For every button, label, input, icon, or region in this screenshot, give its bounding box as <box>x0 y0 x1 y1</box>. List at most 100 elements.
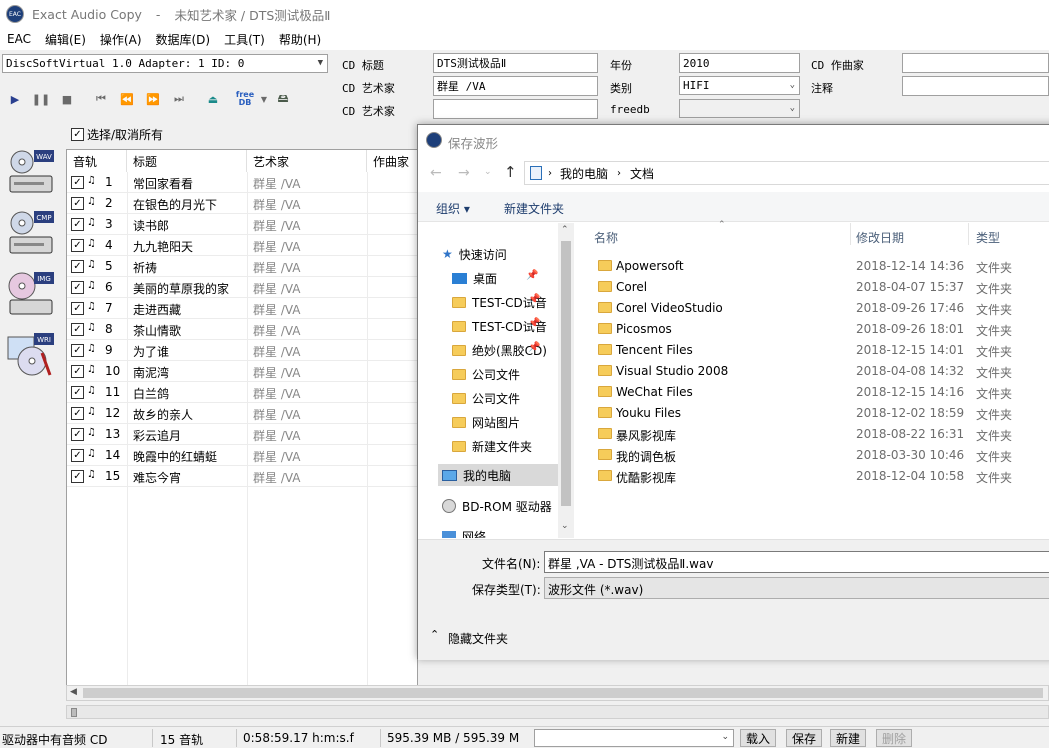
next-track-icon[interactable]: ⏭ <box>169 89 189 109</box>
checkbox[interactable]: ✓ <box>71 128 84 141</box>
column-header-composer[interactable]: 作曲家 <box>367 150 417 172</box>
cd-artist2-field[interactable] <box>433 99 598 119</box>
track-artist[interactable]: 群星 /VA <box>253 238 301 255</box>
table-row[interactable]: ✓ ♫ 7 走进西藏 群星 /VA <box>67 298 417 319</box>
chevron-up-icon[interactable]: ⌃ <box>430 628 439 641</box>
track-title[interactable]: 为了谁 <box>133 343 169 360</box>
genre-select[interactable]: HIFI ⌄ <box>679 76 800 95</box>
file-row[interactable]: Youku Files 2018-12-02 18:59 文件夹 <box>588 403 1049 424</box>
track-checkbox[interactable]: ✓ <box>71 344 84 357</box>
scroll-down-icon[interactable]: ⌄ <box>561 521 569 531</box>
nav-item[interactable]: 公司文件 <box>452 363 562 385</box>
load-button[interactable]: 载入 <box>740 729 776 747</box>
previous-track-icon[interactable]: ⏮ <box>91 89 111 109</box>
file-row[interactable]: Apowersoft 2018-12-14 14:36 文件夹 <box>588 256 1049 277</box>
track-artist[interactable]: 群星 /VA <box>253 280 301 297</box>
freedb-select[interactable]: ⌄ <box>679 99 800 118</box>
track-artist[interactable]: 群星 /VA <box>253 385 301 402</box>
table-row[interactable]: ✓ ♫ 9 为了谁 群星 /VA <box>67 340 417 361</box>
scroll-thumb[interactable] <box>561 241 571 506</box>
new-button[interactable]: 新建 <box>830 729 866 747</box>
table-row[interactable]: ✓ ♫ 6 美丽的草原我的家 群星 /VA <box>67 277 417 298</box>
table-row[interactable]: ✓ ♫ 5 祈祷 群星 /VA <box>67 256 417 277</box>
file-row[interactable]: 暴风影视库 2018-08-22 16:31 文件夹 <box>588 424 1049 445</box>
track-checkbox[interactable]: ✓ <box>71 239 84 252</box>
track-title[interactable]: 白兰鸽 <box>133 385 169 402</box>
drive-select[interactable]: DiscSoftVirtual 1.0 Adapter: 1 ID: 0 ▼ <box>2 54 328 73</box>
track-artist[interactable]: 群星 /VA <box>253 259 301 276</box>
menu-eac[interactable]: EAC <box>0 32 38 46</box>
breadcrumb-computer[interactable]: 我的电脑 <box>560 165 608 182</box>
comment-field[interactable] <box>902 76 1049 96</box>
track-title[interactable]: 难忘今宵 <box>133 469 181 486</box>
organize-button[interactable]: 组织 ▾ <box>436 200 470 217</box>
track-checkbox[interactable]: ✓ <box>71 428 84 441</box>
track-checkbox[interactable]: ✓ <box>71 470 84 483</box>
address-bar[interactable]: › 我的电脑 › 文档 <box>524 161 1049 185</box>
scroll-thumb[interactable] <box>83 688 1043 698</box>
nav-item[interactable]: 我的电脑 <box>438 464 558 486</box>
track-artist[interactable]: 群星 /VA <box>253 427 301 444</box>
pin-icon[interactable]: 📌 <box>528 318 540 329</box>
menu-edit[interactable]: 编辑(E) <box>38 31 93 48</box>
track-title[interactable]: 读书郎 <box>133 217 169 234</box>
nav-item[interactable]: 网站图片 <box>452 411 562 433</box>
cd-title-field[interactable]: DTS测试极品Ⅱ <box>433 53 598 73</box>
track-checkbox[interactable]: ✓ <box>71 281 84 294</box>
track-checkbox[interactable]: ✓ <box>71 323 84 336</box>
table-row[interactable]: ✓ ♫ 2 在银色的月光下 群星 /VA <box>67 193 417 214</box>
table-row[interactable]: ✓ ♫ 11 白兰鸽 群星 /VA <box>67 382 417 403</box>
track-artist[interactable]: 群星 /VA <box>253 343 301 360</box>
nav-item[interactable]: ★ 快速访问 <box>442 243 562 265</box>
cd-drive-icon[interactable]: 🖴 <box>273 89 293 109</box>
track-title[interactable]: 彩云追月 <box>133 427 181 444</box>
table-row[interactable]: ✓ ♫ 8 茶山情歌 群星 /VA <box>67 319 417 340</box>
forward-arrow-icon[interactable]: → <box>458 165 470 181</box>
freedb-icon[interactable]: free DB <box>231 89 259 109</box>
cd-artist-field[interactable]: 群星 /VA <box>433 76 598 96</box>
nav-scrollbar[interactable]: ⌃ ⌄ <box>558 223 574 538</box>
filename-field[interactable]: 群星 ,VA - DTS测试极品Ⅱ.wav <box>544 551 1049 573</box>
table-row[interactable]: ✓ ♫ 4 九九艳阳天 群星 /VA <box>67 235 417 256</box>
nav-item[interactable]: 绝妙(黑胶CD) 📌 <box>452 339 562 361</box>
file-row[interactable]: WeChat Files 2018-12-15 14:16 文件夹 <box>588 382 1049 403</box>
copy-compressed-icon[interactable]: CMP <box>6 209 56 259</box>
save-button[interactable]: 保存 <box>786 729 822 747</box>
file-row[interactable]: Visual Studio 2008 2018-04-08 14:32 文件夹 <box>588 361 1049 382</box>
column-type[interactable]: 类型 <box>976 229 1000 246</box>
table-row[interactable]: ✓ ♫ 13 彩云追月 群星 /VA <box>67 424 417 445</box>
track-title[interactable]: 茶山情歌 <box>133 322 181 339</box>
file-row[interactable]: Tencent Files 2018-12-15 14:01 文件夹 <box>588 340 1049 361</box>
nav-item[interactable]: TEST-CD试音 📌 <box>452 315 562 337</box>
track-title[interactable]: 常回家看看 <box>133 175 193 192</box>
eject-icon[interactable]: ⏏ <box>203 89 223 109</box>
file-row[interactable]: 我的调色板 2018-03-30 10:46 文件夹 <box>588 445 1049 466</box>
track-checkbox[interactable]: ✓ <box>71 386 84 399</box>
table-row[interactable]: ✓ ♫ 3 读书郎 群星 /VA <box>67 214 417 235</box>
delete-button[interactable]: 删除 <box>876 729 912 747</box>
track-artist[interactable]: 群星 /VA <box>253 364 301 381</box>
column-header-artist[interactable]: 艺术家 <box>247 150 367 172</box>
file-row[interactable]: Corel 2018-04-07 15:37 文件夹 <box>588 277 1049 298</box>
copy-wav-icon[interactable]: WAV <box>6 148 56 198</box>
column-header-title[interactable]: 标题 <box>127 150 247 172</box>
composer-field[interactable] <box>902 53 1049 73</box>
nav-item[interactable]: 桌面 📌 <box>452 267 562 289</box>
scroll-left-icon[interactable]: ◀ <box>70 687 77 697</box>
track-artist[interactable]: 群星 /VA <box>253 196 301 213</box>
track-checkbox[interactable]: ✓ <box>71 449 84 462</box>
menu-database[interactable]: 数据库(D) <box>149 31 218 48</box>
fast-forward-icon[interactable]: ⏩ <box>143 89 163 109</box>
track-checkbox[interactable]: ✓ <box>71 407 84 420</box>
track-checkbox[interactable]: ✓ <box>71 197 84 210</box>
table-row[interactable]: ✓ ♫ 14 晚霞中的红蜻蜓 群星 /VA <box>67 445 417 466</box>
table-row[interactable]: ✓ ♫ 1 常回家看看 群星 /VA <box>67 172 417 193</box>
file-row[interactable]: 优酷影视库 2018-12-04 10:58 文件夹 <box>588 466 1049 487</box>
track-checkbox[interactable]: ✓ <box>71 176 84 189</box>
track-title[interactable]: 九九艳阳天 <box>133 238 193 255</box>
track-checkbox[interactable]: ✓ <box>71 302 84 315</box>
table-row[interactable]: ✓ ♫ 12 故乡的亲人 群星 /VA <box>67 403 417 424</box>
back-arrow-icon[interactable]: ← <box>430 165 442 181</box>
year-field[interactable]: 2010 <box>679 53 800 73</box>
column-header-track[interactable]: 音轨 <box>67 150 127 172</box>
